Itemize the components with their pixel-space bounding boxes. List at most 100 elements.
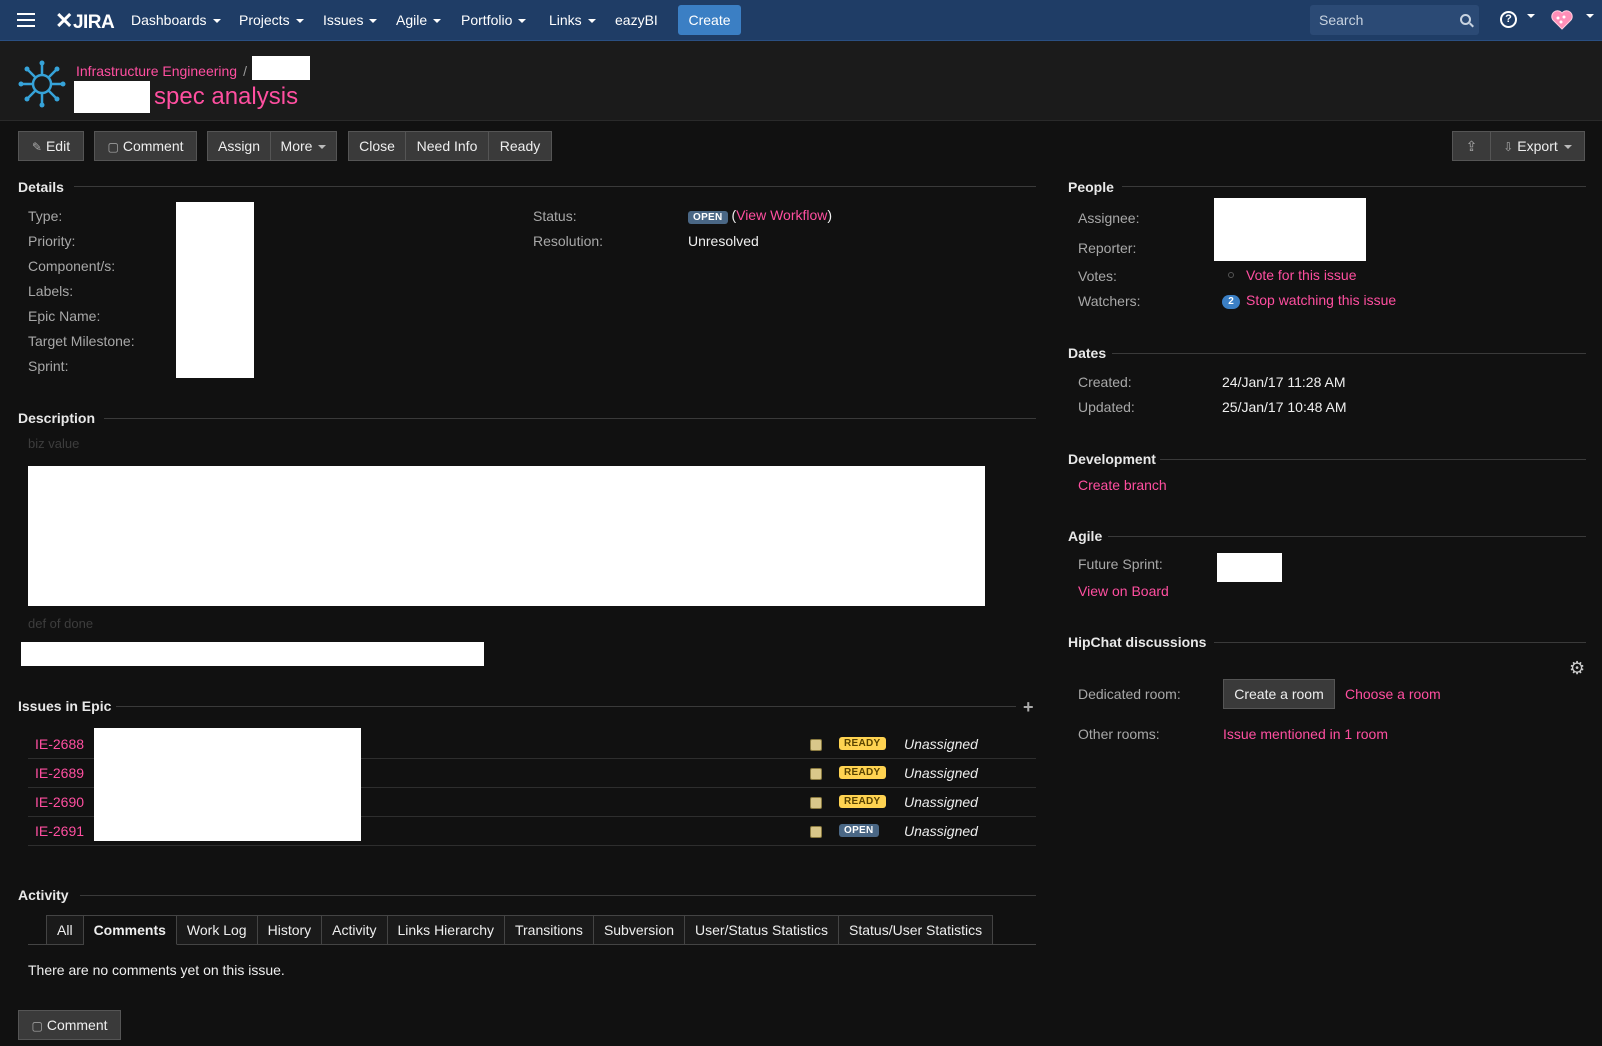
tab-comments[interactable]: Comments	[83, 915, 177, 945]
issue-mentioned-link[interactable]: Issue mentioned in 1 room	[1223, 726, 1388, 742]
nav-links[interactable]: Links	[549, 12, 596, 28]
details-heading: Details	[18, 179, 64, 195]
chevron-down-icon	[587, 19, 596, 24]
chevron-down-icon	[212, 19, 221, 24]
nav-projects[interactable]: Projects	[239, 12, 304, 28]
need-info-button[interactable]: Need Info	[405, 131, 489, 161]
jira-logo[interactable]: ✕JIRA	[55, 8, 115, 34]
assign-button[interactable]: Assign	[207, 131, 271, 161]
target-milestone-label: Target Milestone:	[28, 333, 135, 349]
ready-button[interactable]: Ready	[488, 131, 552, 161]
view-workflow-link[interactable]: View Workflow	[736, 207, 827, 223]
chevron-down-icon[interactable]	[1527, 14, 1535, 18]
assignee-value: Unassigned	[904, 765, 978, 781]
redacted-people	[1214, 198, 1366, 261]
comment-button[interactable]: ▢ Comment	[94, 131, 197, 161]
redacted-def-of-done	[21, 642, 484, 666]
gear-icon[interactable]: ⚙	[1569, 658, 1585, 679]
no-comments-message: There are no comments yet on this issue.	[28, 962, 285, 978]
add-issue-icon[interactable]: +	[1023, 697, 1034, 718]
search-icon[interactable]	[1460, 14, 1471, 25]
chevron-down-icon	[433, 19, 442, 24]
status-label: Status:	[533, 208, 577, 224]
description-heading: Description	[18, 410, 96, 426]
status-badge: READY	[839, 795, 886, 808]
share-button[interactable]: ⇪	[1452, 131, 1491, 161]
breadcrumb-project-link[interactable]: Infrastructure Engineering	[76, 63, 237, 79]
chevron-down-icon	[1563, 145, 1572, 150]
nav-portfolio[interactable]: Portfolio	[461, 12, 527, 28]
create-room-button[interactable]: Create a room	[1223, 679, 1335, 709]
tab-activity[interactable]: Activity	[322, 915, 388, 945]
tab-user-status-statistics[interactable]: User/Status Statistics	[684, 915, 840, 945]
edit-button[interactable]: ✎ Edit	[18, 131, 84, 161]
issue-key-link[interactable]: IE-2689	[35, 765, 84, 781]
priority-icon	[810, 797, 822, 809]
status-badge: OPEN	[839, 824, 879, 837]
search-input[interactable]: Search	[1310, 5, 1479, 35]
issue-key-link[interactable]: IE-2690	[35, 794, 84, 810]
menu-icon[interactable]	[17, 13, 35, 27]
tab-links-hierarchy[interactable]: Links Hierarchy	[387, 915, 505, 945]
updated-value: 25/Jan/17 10:48 AM	[1222, 399, 1347, 415]
speech-bubble-icon: ▢	[31, 1019, 43, 1033]
nav-agile[interactable]: Agile	[396, 12, 442, 28]
epic-name-label: Epic Name:	[28, 308, 101, 324]
issue-header: Infrastructure Engineering / spec analysi…	[0, 41, 1602, 121]
biz-value-heading: biz value	[28, 436, 80, 451]
export-button[interactable]: ⇩ Export	[1490, 131, 1585, 161]
stop-watching-link[interactable]: 2 Stop watching this issue	[1222, 292, 1396, 309]
tab-work-log[interactable]: Work Log	[176, 915, 258, 945]
tab-history[interactable]: History	[257, 915, 323, 945]
nav-eazybi[interactable]: eazyBI	[615, 12, 658, 28]
choose-room-link[interactable]: Choose a room	[1345, 686, 1441, 702]
search-placeholder: Search	[1319, 12, 1364, 28]
view-on-board-link[interactable]: View on Board	[1078, 583, 1169, 599]
close-button[interactable]: Close	[348, 131, 406, 161]
issue-key-link[interactable]: IE-2691	[35, 823, 84, 839]
tab-status-user-statistics[interactable]: Status/User Statistics	[839, 915, 994, 945]
nav-dashboards[interactable]: Dashboards	[131, 12, 221, 28]
redacted-issue-key	[252, 56, 310, 80]
create-button[interactable]: Create	[678, 5, 741, 35]
tab-all[interactable]: All	[46, 915, 84, 945]
chevron-down-icon	[295, 19, 304, 24]
redacted-description	[28, 466, 985, 606]
chevron-down-icon[interactable]	[1586, 14, 1594, 18]
divider	[104, 418, 1036, 419]
add-comment-button[interactable]: ▢ Comment	[18, 1010, 121, 1040]
status-badge: READY	[839, 737, 886, 750]
divider	[1122, 186, 1586, 187]
updated-label: Updated:	[1078, 399, 1135, 415]
top-nav: ✕JIRA Dashboards Projects Issues Agile P…	[0, 0, 1602, 41]
issue-key-link[interactable]: IE-2688	[35, 736, 84, 752]
speech-bubble-icon: ▢	[107, 140, 119, 154]
people-heading: People	[1068, 179, 1114, 195]
assignee-value: Unassigned	[904, 736, 978, 752]
divider	[1160, 459, 1586, 460]
created-value: 24/Jan/17 11:28 AM	[1222, 374, 1346, 390]
def-of-done-heading: def of done	[28, 616, 94, 631]
tab-subversion[interactable]: Subversion	[593, 915, 685, 945]
resolution-value: Unresolved	[688, 233, 759, 249]
more-button[interactable]: More	[270, 131, 337, 161]
dates-heading: Dates	[1068, 345, 1107, 361]
redacted-issue-summaries	[94, 728, 361, 841]
other-rooms-label: Other rooms:	[1078, 726, 1160, 742]
user-avatar[interactable]	[1550, 8, 1574, 32]
votes-label: Votes:	[1078, 268, 1117, 284]
components-label: Component/s:	[28, 258, 116, 274]
project-avatar-icon[interactable]	[18, 60, 66, 108]
assignee-value: Unassigned	[904, 823, 978, 839]
vote-link[interactable]: Vote for this issue	[1222, 267, 1357, 283]
export-icon: ⇩	[1503, 140, 1514, 154]
create-branch-link[interactable]: Create branch	[1078, 477, 1167, 493]
nav-issues[interactable]: Issues	[323, 12, 378, 28]
divider	[1108, 536, 1586, 537]
tab-transitions[interactable]: Transitions	[504, 915, 594, 945]
breadcrumb: Infrastructure Engineering /	[76, 63, 247, 79]
reporter-label: Reporter:	[1078, 240, 1137, 256]
help-icon[interactable]: ?	[1500, 11, 1517, 28]
assignee-value: Unassigned	[904, 794, 978, 810]
development-heading: Development	[1068, 451, 1156, 467]
